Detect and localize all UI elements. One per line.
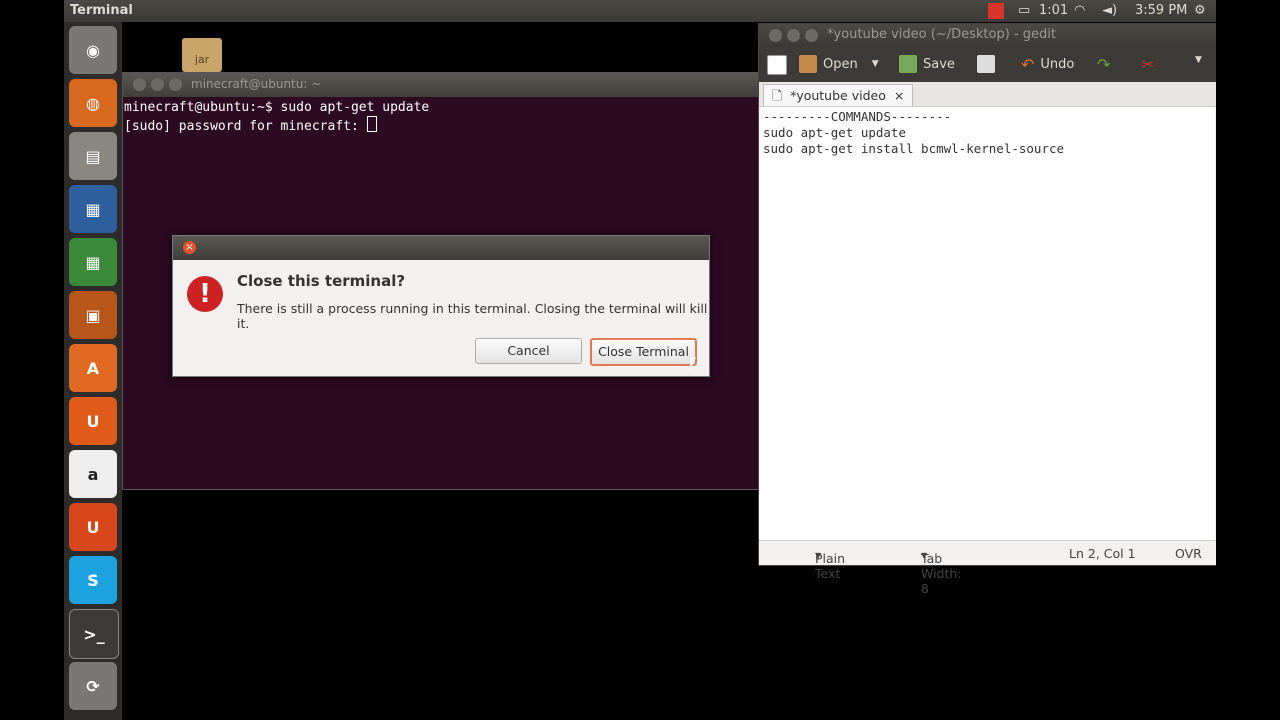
cut-button[interactable]: ✂ <box>1141 55 1154 74</box>
files-icon[interactable]: ▤ <box>69 132 117 180</box>
maximize-icon[interactable] <box>805 29 818 42</box>
volume-icon[interactable]: ◄) <box>1102 3 1117 18</box>
folder-icon <box>799 55 817 73</box>
toolbar-overflow[interactable]: ▼ <box>1195 55 1202 65</box>
update-icon[interactable]: ⟳ <box>69 662 117 710</box>
calc-icon[interactable]: ▦ <box>69 238 117 286</box>
close-terminal-dialog: × ! Close this terminal? There is still … <box>172 235 710 377</box>
undo-label: Undo <box>1040 57 1075 72</box>
text-editor[interactable]: ---------COMMANDS-------- sudo apt-get up… <box>759 107 1215 541</box>
scissors-icon: ✂ <box>1141 55 1155 74</box>
gear-icon[interactable]: ⚙ <box>1194 3 1206 18</box>
text-cursor <box>366 116 377 132</box>
error-icon: ! <box>187 276 223 312</box>
terminal-line: minecraft@ubuntu:~$ sudo apt-get update <box>124 100 430 115</box>
music-icon[interactable]: U <box>69 503 117 551</box>
chevron-down-icon[interactable]: ▼ <box>872 59 879 69</box>
chevron-down-icon: ▼ <box>921 551 928 560</box>
undo-icon: ↶ <box>1021 55 1035 74</box>
save-icon <box>899 55 917 73</box>
firefox-icon[interactable]: ◍ <box>69 79 117 127</box>
close-icon[interactable] <box>769 29 782 42</box>
top-panel: Terminal ▭ 1:01 ◠ ◄) 3:59 PM ⚙ <box>64 0 1216 22</box>
print-button[interactable] <box>977 55 995 73</box>
editor-line: sudo apt-get update <box>763 125 906 140</box>
undo-button[interactable]: ↶ Undo <box>1021 55 1074 74</box>
tab-youtube-video[interactable]: 🗋 *youtube video × <box>763 84 914 106</box>
impress-icon[interactable]: ▣ <box>69 291 117 339</box>
close-terminal-button[interactable]: Close Terminal <box>590 338 697 366</box>
writer-icon[interactable]: ▦ <box>69 185 117 233</box>
jar-file-icon[interactable]: jar <box>182 38 222 72</box>
tab-label: *youtube video <box>790 88 886 103</box>
redo-button[interactable]: ↷ <box>1097 55 1110 74</box>
dialog-title: Close this terminal? <box>237 272 406 290</box>
desktop: Terminal ▭ 1:01 ◠ ◄) 3:59 PM ⚙ ◉ ◍ ▤ ▦ ▦… <box>64 0 1216 720</box>
wifi-icon[interactable]: ◠ <box>1074 3 1085 18</box>
dialog-message: There is still a process running in this… <box>237 301 708 331</box>
gedit-window[interactable]: *youtube video (~/Desktop) - gedit Open ▼… <box>758 23 1216 596</box>
status-bar: Plain Text ▼ Tab Width: 8 ▼ Ln 2, Col 1 … <box>759 540 1216 596</box>
close-icon[interactable] <box>133 78 146 91</box>
terminal-title: minecraft@ubuntu: ~ <box>191 77 322 91</box>
minimize-icon[interactable] <box>787 29 800 42</box>
insert-mode: OVR <box>1175 546 1202 561</box>
terminal-line: [sudo] password for minecraft: <box>124 119 367 134</box>
open-button[interactable]: Open ▼ <box>799 55 879 73</box>
maximize-icon[interactable] <box>169 78 182 91</box>
close-icon[interactable]: × <box>894 85 904 106</box>
terminal-titlebar[interactable]: minecraft@ubuntu: ~ <box>123 73 759 97</box>
new-button[interactable] <box>767 55 787 75</box>
gedit-titlebar[interactable]: *youtube video (~/Desktop) - gedit <box>759 24 1216 46</box>
editor-line: ---------COMMANDS-------- <box>763 109 952 124</box>
minimize-icon[interactable] <box>151 78 164 91</box>
jar-file-label: jar <box>194 53 210 66</box>
gedit-title: *youtube video (~/Desktop) - gedit <box>827 27 1056 42</box>
tab-bar: 🗋 *youtube video × <box>759 82 1216 107</box>
open-label: Open <box>823 56 858 72</box>
battery-time[interactable]: 1:01 <box>1039 3 1068 18</box>
terminal-icon[interactable]: >_ <box>69 609 119 659</box>
save-button[interactable]: Save <box>899 55 955 73</box>
chevron-down-icon: ▼ <box>815 551 822 560</box>
terminal-output[interactable]: minecraft@ubuntu:~$ sudo apt-get update [… <box>123 97 759 137</box>
chevron-down-icon: ▼ <box>1195 55 1202 65</box>
dialog-titlebar[interactable]: × <box>173 236 709 260</box>
clock[interactable]: 3:59 PM <box>1135 3 1187 18</box>
amazon-icon[interactable]: a <box>69 450 117 498</box>
record-icon[interactable] <box>988 3 1004 19</box>
dash-icon[interactable]: ◉ <box>69 26 117 74</box>
cancel-button[interactable]: Cancel <box>475 338 582 364</box>
launcher: ◉ ◍ ▤ ▦ ▦ ▣ A U a U S >_ ⟳ <box>64 22 122 720</box>
gedit-toolbar: Open ▼ Save ↶ Undo ↷ ✂ ▼ <box>759 46 1216 82</box>
app-title: Terminal <box>70 3 133 18</box>
skype-icon[interactable]: S <box>69 556 117 604</box>
battery-icon[interactable]: ▭ <box>1018 3 1030 18</box>
print-icon <box>977 55 995 73</box>
new-document-icon <box>767 55 787 75</box>
ubuntu-one-icon[interactable]: U <box>69 397 117 445</box>
editor-line: sudo apt-get install bcmwl-kernel-source <box>763 141 1065 156</box>
save-label: Save <box>923 56 955 72</box>
software-center-icon[interactable]: A <box>69 344 117 392</box>
mouse-pointer-icon <box>690 357 696 371</box>
redo-icon: ↷ <box>1097 55 1111 74</box>
document-icon: 🗋 <box>772 88 783 103</box>
close-icon[interactable]: × <box>183 241 196 254</box>
cursor-position: Ln 2, Col 1 <box>1069 546 1136 561</box>
